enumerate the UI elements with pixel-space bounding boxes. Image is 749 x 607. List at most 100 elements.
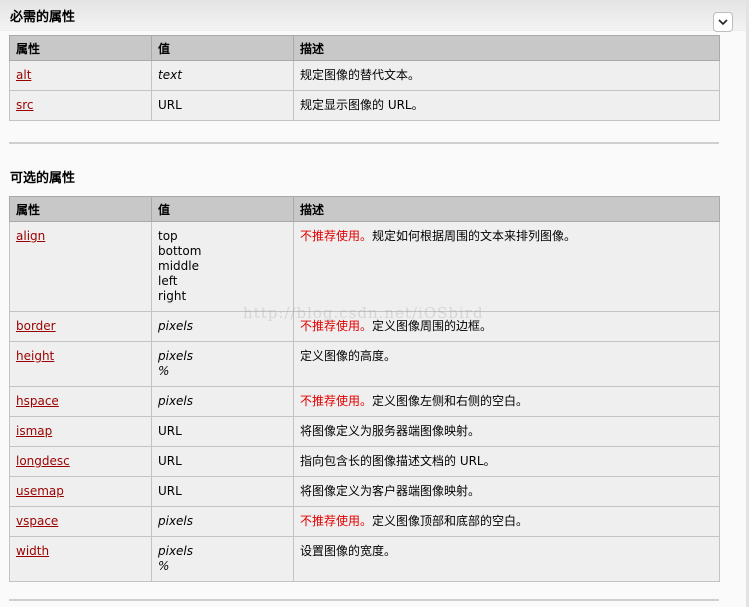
description-text: 定义图像左侧和右侧的空白。 [372,394,529,408]
value-cell: top bottom middle left right [151,221,294,312]
value-cell: text [151,60,294,91]
value-cell: pixels [151,311,294,342]
attribute-link-src[interactable]: src [16,98,34,112]
value-cell: URL [151,476,294,507]
value-text: pixels [158,514,194,528]
chevron-down-icon [718,18,728,25]
table-row: ismap URL 将图像定义为服务器端图像映射。 [9,416,720,447]
value-cell: URL [151,446,294,477]
top-shade [0,0,749,31]
table-row: usemap URL 将图像定义为客户器端图像映射。 [9,476,720,507]
description-text: 指向包含长的图像描述文档的 URL。 [300,454,496,468]
description-cell: 将图像定义为服务器端图像映射。 [293,416,720,447]
description-cell: 规定显示图像的 URL。 [293,90,720,121]
value-cell: pixels% [151,341,294,387]
value-text: right [158,289,187,303]
description-text: 定义图像周围的边框。 [372,319,493,333]
description-cell: 设置图像的宽度。 [293,536,720,582]
deprecated-note: 不推荐使用。 [300,319,373,333]
attribute-link-height[interactable]: height [16,349,54,363]
attribute-cell: height [9,341,152,387]
value-cell: URL [151,90,294,121]
description-text: 定义图像的高度。 [300,349,397,363]
value-text: URL [158,484,182,498]
value-text: top [158,229,178,243]
table-row: hspace pixels 不推荐使用。定义图像左侧和右侧的空白。 [9,386,720,417]
attribute-link-ismap[interactable]: ismap [16,424,52,438]
attribute-link-border[interactable]: border [16,319,56,333]
attribute-link-usemap[interactable]: usemap [16,484,64,498]
description-cell: 规定图像的替代文本。 [293,60,720,91]
description-text: 规定显示图像的 URL。 [300,98,424,112]
description-cell: 定义图像的高度。 [293,341,720,387]
table-row: height pixels% 定义图像的高度。 [9,341,720,387]
attribute-link-alt[interactable]: alt [16,68,31,82]
description-text: 规定图像的替代文本。 [300,68,421,82]
description-text: 将图像定义为服务器端图像映射。 [300,424,481,438]
description-cell: 不推荐使用。定义图像左侧和右侧的空白。 [293,386,720,417]
header-description: 描述 [293,35,720,61]
value-text: bottom [158,244,202,258]
attribute-cell: hspace [9,386,152,417]
value-text: pixels [158,319,194,333]
value-cell: pixels [151,506,294,537]
value-cell: URL [151,416,294,447]
description-text: 将图像定义为客户器端图像映射。 [300,484,481,498]
header-description: 描述 [293,196,720,222]
attribute-cell: width [9,536,152,582]
deprecated-note: 不推荐使用。 [300,514,373,528]
value-text: pixels [158,394,194,408]
header-value: 值 [151,196,294,222]
attribute-link-longdesc[interactable]: longdesc [16,454,70,468]
section-divider [9,142,719,144]
description-text: 规定如何根据周围的文本来排列图像。 [372,229,577,243]
required-attributes-title: 必需的属性 [10,10,76,25]
value-text: text [158,68,182,82]
value-text: URL [158,424,182,438]
optional-attributes-table: 属性 值 描述 align top bottom middle left right 不推荐… [9,196,720,582]
deprecated-note: 不推荐使用。 [300,229,373,243]
section-divider-bottom [9,599,719,601]
attribute-cell: src [9,90,152,121]
description-cell: 指向包含长的图像描述文档的 URL。 [293,446,720,477]
table-row: vspace pixels 不推荐使用。定义图像顶部和底部的空白。 [9,506,720,537]
table-row: longdesc URL 指向包含长的图像描述文档的 URL。 [9,446,720,477]
attribute-cell: ismap [9,416,152,447]
attribute-link-vspace[interactable]: vspace [16,514,58,528]
table-header-row: 属性 值 描述 [9,196,720,222]
header-attribute: 属性 [9,35,152,61]
value-text: middle [158,259,199,273]
value-text: % [158,559,170,573]
value-text: % [158,364,170,378]
value-text: URL [158,454,182,468]
table-row: width pixels% 设置图像的宽度。 [9,536,720,582]
attribute-cell: vspace [9,506,152,537]
header-attribute: 属性 [9,196,152,222]
description-cell: 不推荐使用。定义图像周围的边框。 [293,311,720,342]
table-header-row: 属性 值 描述 [9,35,720,61]
deprecated-note: 不推荐使用。 [300,394,373,408]
optional-attributes-title: 可选的属性 [10,171,76,186]
attribute-cell: longdesc [9,446,152,477]
value-text: left [158,274,178,288]
value-text: pixels [158,349,194,363]
description-text: 定义图像顶部和底部的空白。 [372,514,529,528]
attribute-link-align[interactable]: align [16,229,45,243]
table-row: align top bottom middle left right 不推荐使用。规定如何根… [9,221,720,312]
value-cell: pixels [151,386,294,417]
table-row: alt text 规定图像的替代文本。 [9,60,720,91]
description-cell: 将图像定义为客户器端图像映射。 [293,476,720,507]
attribute-link-width[interactable]: width [16,544,49,558]
description-cell: 不推荐使用。规定如何根据周围的文本来排列图像。 [293,221,720,312]
attribute-cell: usemap [9,476,152,507]
required-attributes-table: 属性 值 描述 alt text 规定图像的替代文本。 src URL 规定显示图像的 U… [9,35,720,121]
attribute-cell: alt [9,60,152,91]
attribute-cell: align [9,221,152,312]
dropdown-toggle[interactable] [713,12,733,32]
table-row: src URL 规定显示图像的 URL。 [9,90,720,121]
attribute-link-hspace[interactable]: hspace [16,394,59,408]
description-cell: 不推荐使用。定义图像顶部和底部的空白。 [293,506,720,537]
table-row: border pixels 不推荐使用。定义图像周围的边框。 [9,311,720,342]
description-text: 设置图像的宽度。 [300,544,397,558]
header-value: 值 [151,35,294,61]
